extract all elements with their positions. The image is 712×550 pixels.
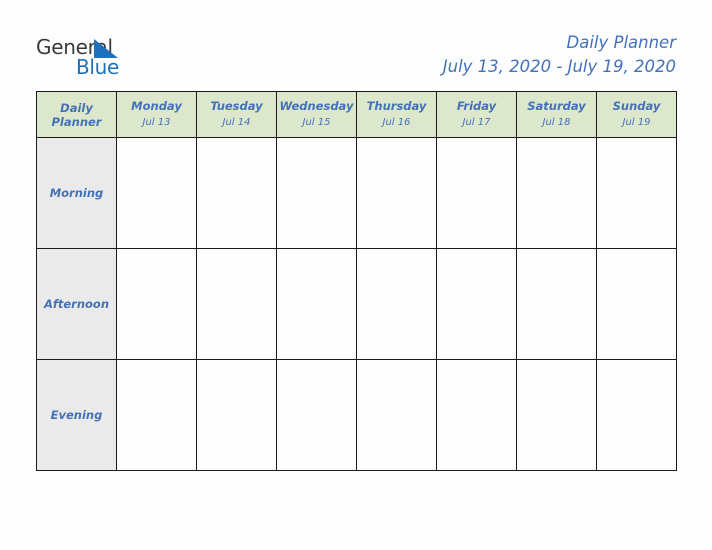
- day-name: Thursday: [366, 99, 427, 113]
- slot-evening-friday[interactable]: [436, 359, 517, 471]
- day-name: Friday: [456, 99, 497, 113]
- day-date: Jul 16: [382, 117, 411, 128]
- day-date: Jul 14: [222, 117, 251, 128]
- day-header-friday: Friday Jul 17: [436, 91, 517, 138]
- slot-afternoon-thursday[interactable]: [356, 248, 437, 360]
- day-header-tuesday: Tuesday Jul 14: [196, 91, 277, 138]
- day-header-sunday: Sunday Jul 19: [596, 91, 677, 138]
- slot-afternoon-monday[interactable]: [116, 248, 197, 360]
- day-date: Jul 13: [142, 117, 171, 128]
- slot-evening-monday[interactable]: [116, 359, 197, 471]
- slot-morning-sunday[interactable]: [596, 137, 677, 249]
- day-date: Jul 19: [622, 117, 651, 128]
- slot-afternoon-wednesday[interactable]: [276, 248, 357, 360]
- row-label-text: Morning: [49, 186, 104, 200]
- day-name: Tuesday: [210, 99, 263, 113]
- row-label-evening: Evening: [36, 359, 117, 471]
- slot-morning-friday[interactable]: [436, 137, 517, 249]
- row-label-afternoon: Afternoon: [36, 248, 117, 360]
- day-header-monday: Monday Jul 13: [116, 91, 197, 138]
- row-label-morning: Morning: [36, 137, 117, 249]
- general-blue-logo: General Blue: [36, 36, 236, 82]
- table-row-morning: Morning: [36, 137, 677, 249]
- slot-morning-monday[interactable]: [116, 137, 197, 249]
- planner-page: General Blue Daily Planner July 13, 2020…: [0, 0, 712, 550]
- slot-morning-thursday[interactable]: [356, 137, 437, 249]
- day-date: Jul 17: [462, 117, 491, 128]
- table-corner-cell: Daily Planner: [36, 91, 117, 138]
- document-title-block: Daily Planner July 13, 2020 - July 19, 2…: [443, 32, 676, 78]
- slot-afternoon-sunday[interactable]: [596, 248, 677, 360]
- corner-label-line2: Planner: [51, 114, 102, 129]
- date-range: July 13, 2020 - July 19, 2020: [442, 57, 676, 76]
- slot-evening-thursday[interactable]: [356, 359, 437, 471]
- table-row-afternoon: Afternoon: [36, 248, 677, 360]
- day-header-saturday: Saturday Jul 18: [516, 91, 597, 138]
- row-label-text: Evening: [50, 408, 103, 422]
- slot-morning-saturday[interactable]: [516, 137, 597, 249]
- page-title: Daily Planner: [566, 33, 677, 52]
- slot-afternoon-saturday[interactable]: [516, 248, 597, 360]
- table-row-evening: Evening: [36, 359, 677, 471]
- slot-morning-tuesday[interactable]: [196, 137, 277, 249]
- slot-afternoon-tuesday[interactable]: [196, 248, 277, 360]
- day-header-thursday: Thursday Jul 16: [356, 91, 437, 138]
- slot-afternoon-friday[interactable]: [436, 248, 517, 360]
- logo-text-blue: Blue: [76, 55, 120, 79]
- slot-evening-wednesday[interactable]: [276, 359, 357, 471]
- page-header: General Blue Daily Planner July 13, 2020…: [0, 0, 712, 91]
- slot-evening-sunday[interactable]: [596, 359, 677, 471]
- day-date: Jul 18: [542, 117, 571, 128]
- corner-label-line1: Daily: [60, 100, 93, 115]
- slot-evening-saturday[interactable]: [516, 359, 597, 471]
- table-header-row: Daily Planner Monday Jul 13 Tuesday Jul …: [36, 91, 677, 138]
- weekly-planner-table: Daily Planner Monday Jul 13 Tuesday Jul …: [36, 91, 677, 471]
- slot-morning-wednesday[interactable]: [276, 137, 357, 249]
- day-name: Sunday: [612, 99, 661, 113]
- day-name: Wednesday: [279, 99, 354, 113]
- day-name: Saturday: [527, 99, 586, 113]
- day-date: Jul 15: [302, 117, 331, 128]
- day-name: Monday: [131, 99, 182, 113]
- day-header-wednesday: Wednesday Jul 15: [276, 91, 357, 138]
- slot-evening-tuesday[interactable]: [196, 359, 277, 471]
- row-label-text: Afternoon: [43, 297, 110, 311]
